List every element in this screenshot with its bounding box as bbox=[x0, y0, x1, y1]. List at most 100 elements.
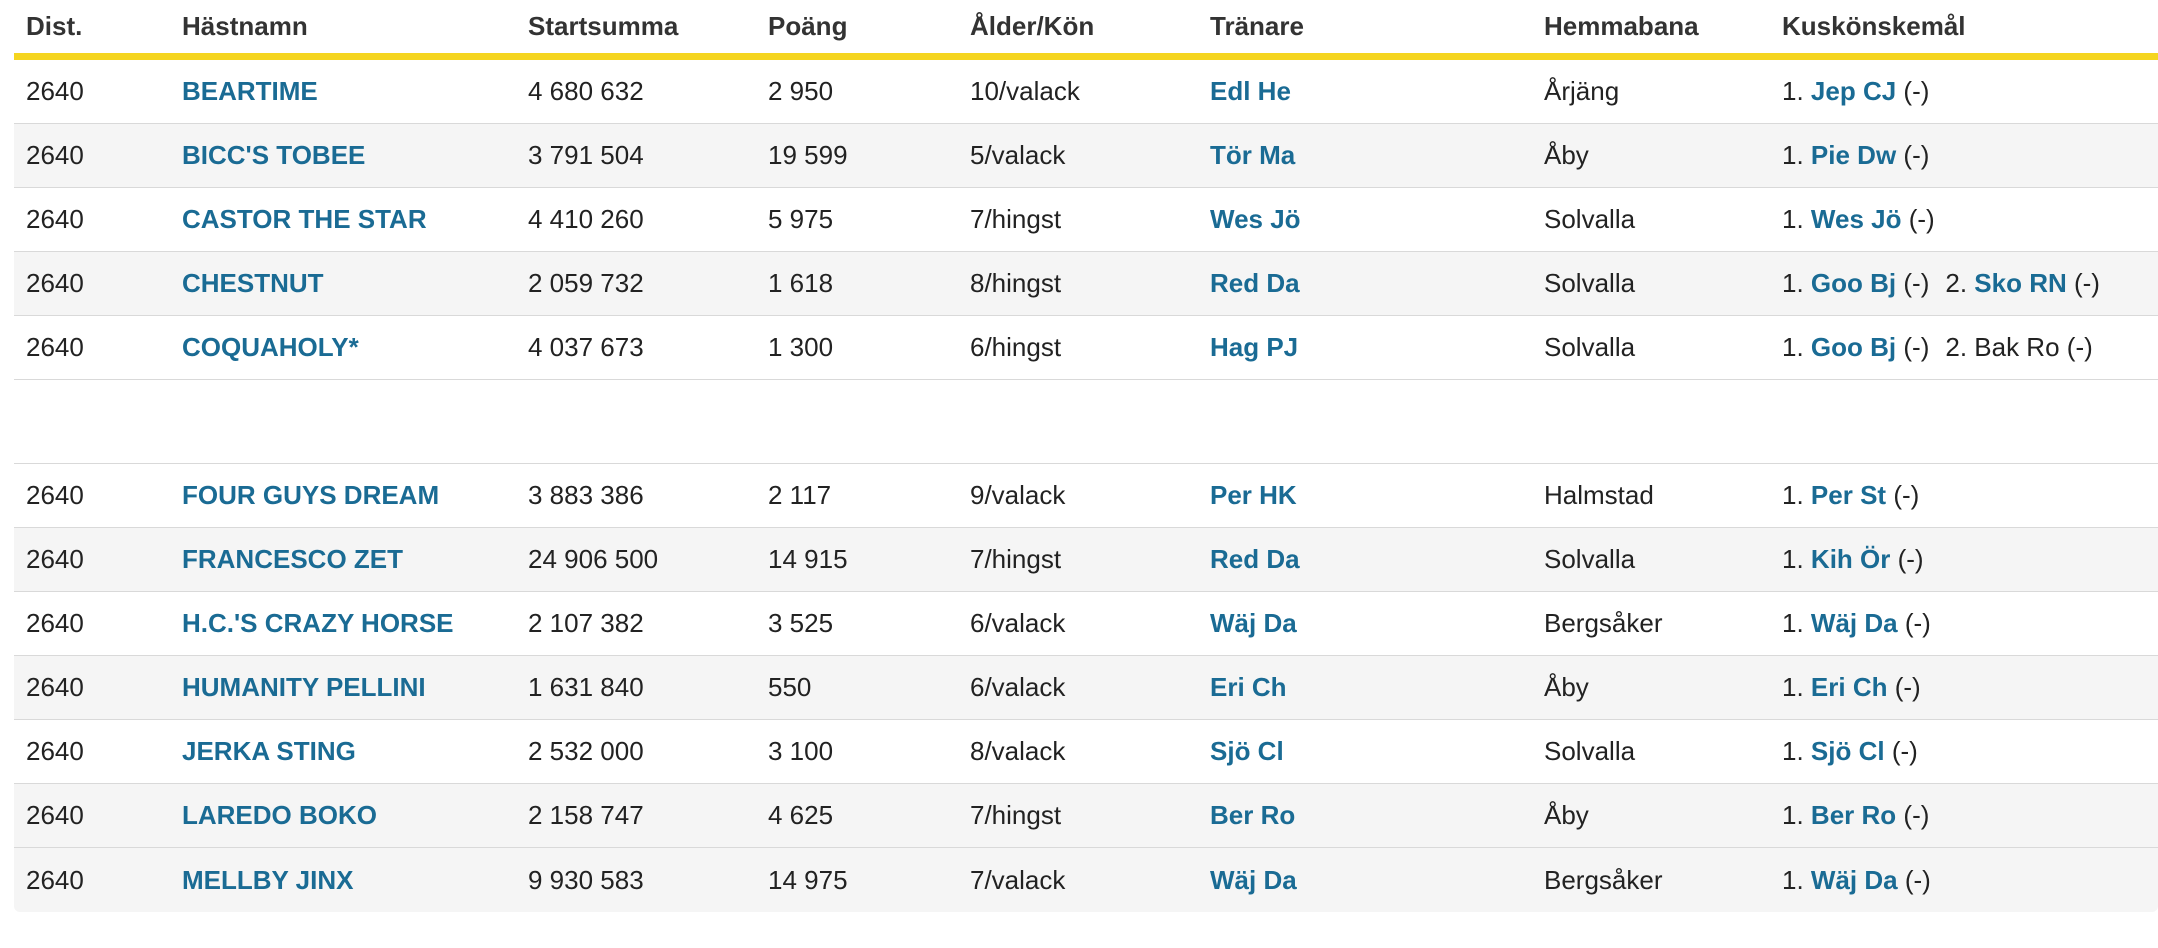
header-age-sex[interactable]: Ålder/Kön bbox=[958, 11, 1198, 42]
home-track-cell: Solvalla bbox=[1532, 204, 1770, 235]
horse-name-link[interactable]: HUMANITY PELLINI bbox=[182, 672, 426, 702]
driver-name-link[interactable]: Wäj Da bbox=[1811, 608, 1898, 638]
horse-name-link[interactable]: FRANCESCO ZET bbox=[182, 544, 403, 574]
age-sex: 7/hingst bbox=[970, 544, 1062, 574]
driver-name-link[interactable]: Sjö Cl bbox=[1811, 736, 1885, 766]
trainer-link[interactable]: Eri Ch bbox=[1210, 672, 1287, 702]
start-sum: 24 906 500 bbox=[528, 544, 659, 574]
trainer-link-cell: Hag PJ bbox=[1198, 332, 1532, 363]
driver-request: 1. Ber Ro (-) bbox=[1782, 800, 1929, 830]
header-start-sum[interactable]: Startsumma bbox=[516, 11, 756, 42]
horse-name-link[interactable]: CHESTNUT bbox=[182, 268, 324, 298]
trainer-link-cell: Tör Ma bbox=[1198, 140, 1532, 171]
header-points[interactable]: Poäng bbox=[756, 11, 958, 42]
start-sum: 2 532 000 bbox=[528, 736, 644, 766]
trainer-link[interactable]: Hag PJ bbox=[1210, 332, 1298, 362]
driver-name-link[interactable]: Wäj Da bbox=[1811, 865, 1898, 895]
start-sum-cell: 24 906 500 bbox=[516, 544, 756, 575]
points: 14 975 bbox=[768, 864, 848, 895]
points-cell: 1 618 bbox=[756, 268, 958, 299]
trainer-link[interactable]: Edl He bbox=[1210, 76, 1291, 106]
driver-name-link[interactable]: Ber Ro bbox=[1811, 800, 1896, 830]
header-horse-name[interactable]: Hästnamn bbox=[170, 11, 516, 42]
trainer-link[interactable]: Ber Ro bbox=[1210, 800, 1295, 830]
home-track-cell: Åby bbox=[1532, 140, 1770, 171]
header-driver-requests[interactable]: Kuskönskemål bbox=[1770, 11, 2158, 42]
trainer-link-cell: Wäj Da bbox=[1198, 865, 1532, 896]
horse-name-link[interactable]: MELLBY JINX bbox=[182, 865, 353, 895]
start-sum: 2 107 382 bbox=[528, 608, 644, 638]
points-cell: 5 975 bbox=[756, 204, 958, 235]
table-row: 2640 FRANCESCO ZET 24 906 500 14 915 7/hings… bbox=[14, 528, 2158, 592]
horse-name-link[interactable]: BEARTIME bbox=[182, 76, 318, 106]
driver-note: (-) bbox=[1903, 140, 1930, 170]
distance-cell: 2640 bbox=[14, 480, 170, 511]
age-sex-cell: 5/valack bbox=[958, 140, 1198, 171]
driver-request: 1. Wäj Da (-) bbox=[1782, 608, 1931, 638]
distance: 2640 bbox=[26, 268, 84, 298]
home-track: Bergsåker bbox=[1544, 608, 1663, 638]
distance: 2640 bbox=[26, 864, 84, 895]
driver-note: (-) bbox=[1904, 864, 1931, 895]
header-trainer[interactable]: Tränare bbox=[1198, 11, 1532, 42]
driver-rank: 1. bbox=[1782, 140, 1804, 170]
horse-name-link[interactable]: FOUR GUYS DREAM bbox=[182, 480, 439, 510]
horse-name-link-cell: H.C.'S CRAZY HORSE bbox=[170, 608, 516, 639]
points: 14 915 bbox=[768, 544, 848, 574]
age-sex-cell: 6/hingst bbox=[958, 332, 1198, 363]
driver-name-link[interactable]: Sko RN bbox=[1974, 268, 2066, 298]
driver-requests-cell: 1. Wes Jö (-) bbox=[1770, 204, 2158, 235]
table-header: Dist. Hästnamn Startsumma Poäng Ålder/Kö… bbox=[14, 0, 2158, 60]
driver-name-link[interactable]: Goo Bj bbox=[1811, 268, 1896, 298]
horse-name-link[interactable]: LAREDO BOKO bbox=[182, 800, 377, 830]
trainer-link[interactable]: Tör Ma bbox=[1210, 140, 1295, 170]
horse-name-link[interactable]: CASTOR THE STAR bbox=[182, 204, 427, 234]
driver-requests-cell: 1. Goo Bj (-) 2. Bak Ro (-) bbox=[1770, 332, 2158, 363]
table-row: 2640 COQUAHOLY* 4 037 673 1 300 6/hingst Hag … bbox=[14, 316, 2158, 380]
trainer-link[interactable]: Wäj Da bbox=[1210, 865, 1297, 895]
trainer-link[interactable]: Red Da bbox=[1210, 544, 1300, 574]
driver-request: 1. Per St (-) bbox=[1782, 480, 1919, 510]
horse-name-link[interactable]: JERKA STING bbox=[182, 736, 356, 766]
driver-name-link[interactable]: Wes Jö bbox=[1811, 204, 1902, 234]
points-cell: 3 525 bbox=[756, 608, 958, 639]
driver-rank: 1. bbox=[1782, 608, 1804, 638]
driver-name-link[interactable]: Kih Ör bbox=[1811, 544, 1890, 574]
driver-requests-cell: 1. Wäj Da (-) bbox=[1770, 608, 2158, 639]
home-track: Åby bbox=[1544, 672, 1589, 702]
driver-requests-cell: 1. Jep CJ (-) bbox=[1770, 76, 2158, 107]
header-dist[interactable]: Dist. bbox=[14, 11, 170, 42]
driver-name-link[interactable]: Eri Ch bbox=[1811, 672, 1888, 702]
points-cell: 19 599 bbox=[756, 140, 958, 171]
driver-name-link[interactable]: Pie Dw bbox=[1811, 140, 1896, 170]
horse-name-link[interactable]: BICC'S TOBEE bbox=[182, 140, 365, 170]
driver-note: (-) bbox=[1903, 76, 1930, 106]
driver-name-link[interactable]: Goo Bj bbox=[1811, 332, 1896, 362]
table-row: 2640 HUMANITY PELLINI 1 631 840 550 6/valack… bbox=[14, 656, 2158, 720]
driver-name-link[interactable]: Jep CJ bbox=[1811, 76, 1896, 106]
horse-name-link[interactable]: H.C.'S CRAZY HORSE bbox=[182, 608, 454, 638]
trainer-link[interactable]: Red Da bbox=[1210, 268, 1300, 298]
trainer-link[interactable]: Per HK bbox=[1210, 480, 1297, 510]
distance-cell: 2640 bbox=[14, 268, 170, 299]
row-spacer bbox=[14, 380, 2158, 464]
trainer-link[interactable]: Sjö Cl bbox=[1210, 736, 1284, 766]
header-home-track[interactable]: Hemmabana bbox=[1532, 11, 1770, 42]
distance-cell: 2640 bbox=[14, 332, 170, 363]
distance: 2640 bbox=[26, 800, 84, 830]
trainer-link-cell: Ber Ro bbox=[1198, 800, 1532, 831]
points: 3 525 bbox=[768, 608, 834, 638]
trainer-link-cell: Wäj Da bbox=[1198, 608, 1532, 639]
driver-note: (-) bbox=[1904, 608, 1931, 638]
trainer-link[interactable]: Wes Jö bbox=[1210, 204, 1301, 234]
age-sex-cell: 7/hingst bbox=[958, 800, 1198, 831]
age-sex-cell: 10/valack bbox=[958, 76, 1198, 107]
home-track: Halmstad bbox=[1544, 480, 1654, 510]
driver-note: (-) bbox=[1897, 544, 1924, 574]
driver-name: Bak Ro bbox=[1974, 332, 2060, 362]
horse-name-link-cell: MELLBY JINX bbox=[170, 865, 516, 896]
horse-name-link[interactable]: COQUAHOLY* bbox=[182, 332, 359, 362]
trainer-link[interactable]: Wäj Da bbox=[1210, 608, 1297, 638]
start-sum-cell: 9 930 583 bbox=[516, 865, 756, 896]
driver-name-link[interactable]: Per St bbox=[1811, 480, 1886, 510]
